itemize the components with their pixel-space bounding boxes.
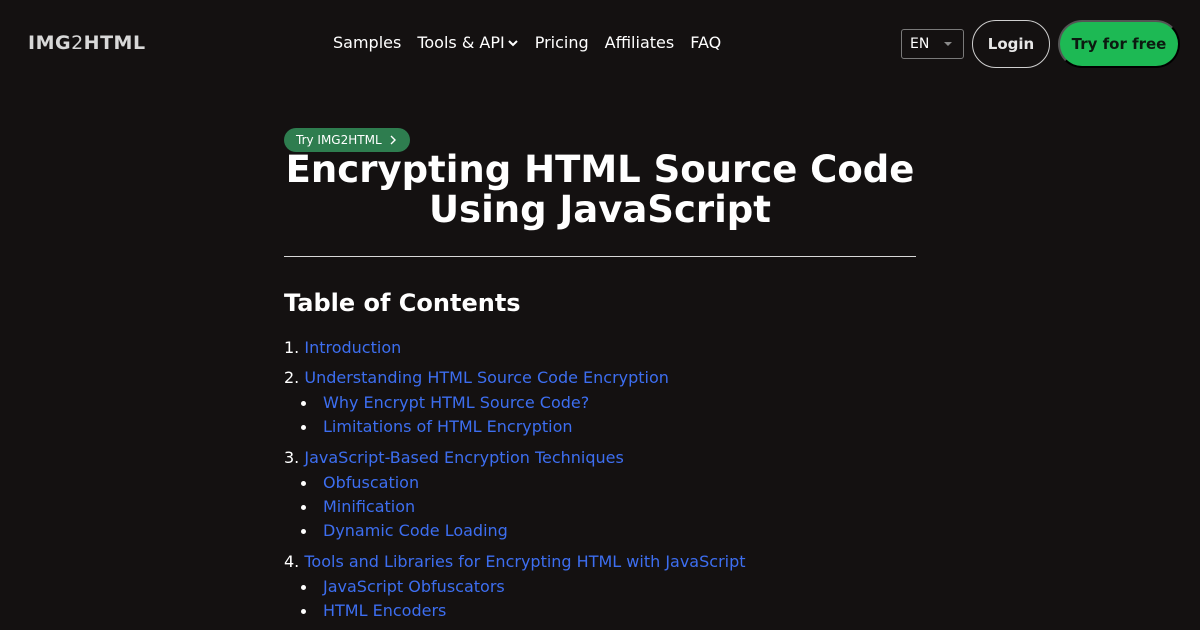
toc-subitem: Minification	[300, 495, 916, 519]
toc-sublist: JavaScript Obfuscators HTML Encoders	[300, 575, 916, 623]
toc-link-why-encrypt[interactable]: Why Encrypt HTML Source Code?	[323, 391, 589, 415]
language-select[interactable]: EN	[901, 29, 964, 59]
language-value: EN	[910, 36, 930, 52]
toc-link-understanding[interactable]: Understanding HTML Source Code Encryptio…	[304, 368, 669, 387]
nav-samples[interactable]: Samples	[333, 33, 401, 52]
toc-sublist: Obfuscation Minification Dynamic Code Lo…	[300, 471, 916, 543]
nav-faq[interactable]: FAQ	[690, 33, 721, 52]
login-button[interactable]: Login	[972, 20, 1050, 68]
toc-subitem: JavaScript Obfuscators	[300, 575, 916, 599]
toc-number: 2.	[284, 368, 300, 387]
toc-item: 4. Tools and Libraries for Encrypting HT…	[284, 551, 916, 623]
nav-tools-api[interactable]: Tools & API	[417, 33, 518, 52]
logo-prefix: IMG	[28, 32, 72, 54]
chevron-right-icon	[390, 135, 396, 145]
nav-affiliates-label: Affiliates	[604, 33, 675, 52]
toc-link-limitations[interactable]: Limitations of HTML Encryption	[323, 415, 573, 439]
toc-link-js-obfuscators[interactable]: JavaScript Obfuscators	[323, 575, 505, 599]
nav-pricing-label: Pricing	[534, 33, 589, 52]
badge-label: Try IMG2HTML	[296, 133, 382, 147]
logo[interactable]: IMG2HTML	[28, 32, 146, 54]
toc-link-minification[interactable]: Minification	[323, 495, 415, 519]
toc-subitem: Why Encrypt HTML Source Code?	[300, 391, 916, 415]
bullet-icon	[301, 608, 306, 614]
nav-affiliates[interactable]: Affiliates	[605, 33, 675, 52]
caret-down-icon	[944, 42, 952, 46]
page-title: Encrypting HTML Source Code Using JavaSc…	[285, 148, 915, 231]
toc-link-obfuscation[interactable]: Obfuscation	[323, 471, 419, 495]
logo-two: 2	[71, 32, 84, 54]
bullet-icon	[301, 504, 306, 510]
toc-link-js-techniques[interactable]: JavaScript-Based Encryption Techniques	[304, 448, 624, 467]
toc-number: 1.	[284, 338, 300, 357]
toc-link-tools-libraries[interactable]: Tools and Libraries for Encrypting HTML …	[304, 552, 745, 571]
toc-sublist: Why Encrypt HTML Source Code? Limitation…	[300, 391, 916, 439]
bullet-icon	[301, 400, 306, 406]
toc-subitem: HTML Encoders	[300, 599, 916, 623]
toc-number: 4.	[284, 552, 300, 571]
divider	[284, 256, 916, 257]
toc-item: 2. Understanding HTML Source Code Encryp…	[284, 367, 916, 439]
try-for-free-button[interactable]: Try for free	[1058, 20, 1180, 68]
toc-link-html-encoders[interactable]: HTML Encoders	[323, 599, 446, 623]
nav-faq-label: FAQ	[690, 33, 722, 52]
nav-pricing[interactable]: Pricing	[535, 33, 589, 52]
table-of-contents: 1. Introduction 2. Understanding HTML So…	[284, 337, 916, 630]
toc-link-introduction[interactable]: Introduction	[304, 338, 401, 357]
toc-number: 3.	[284, 448, 300, 467]
bullet-icon	[301, 424, 306, 430]
toc-subitem: Obfuscation	[300, 471, 916, 495]
logo-suffix: HTML	[83, 32, 146, 54]
toc-subitem: Dynamic Code Loading	[300, 519, 916, 543]
toc-link-dynamic-loading[interactable]: Dynamic Code Loading	[323, 519, 508, 543]
toc-heading: Table of Contents	[284, 289, 521, 317]
main-nav: Samples Tools & API Pricing Affiliates F…	[333, 33, 721, 52]
nav-samples-label: Samples	[333, 33, 402, 52]
toc-item: 1. Introduction	[284, 337, 916, 359]
toc-item: 3. JavaScript-Based Encryption Technique…	[284, 447, 916, 543]
bullet-icon	[301, 584, 306, 590]
toc-subitem: Limitations of HTML Encryption	[300, 415, 916, 439]
bullet-icon	[301, 528, 306, 534]
bullet-icon	[301, 480, 306, 486]
nav-tools-api-label: Tools & API	[417, 33, 505, 52]
chevron-down-icon	[507, 39, 518, 46]
